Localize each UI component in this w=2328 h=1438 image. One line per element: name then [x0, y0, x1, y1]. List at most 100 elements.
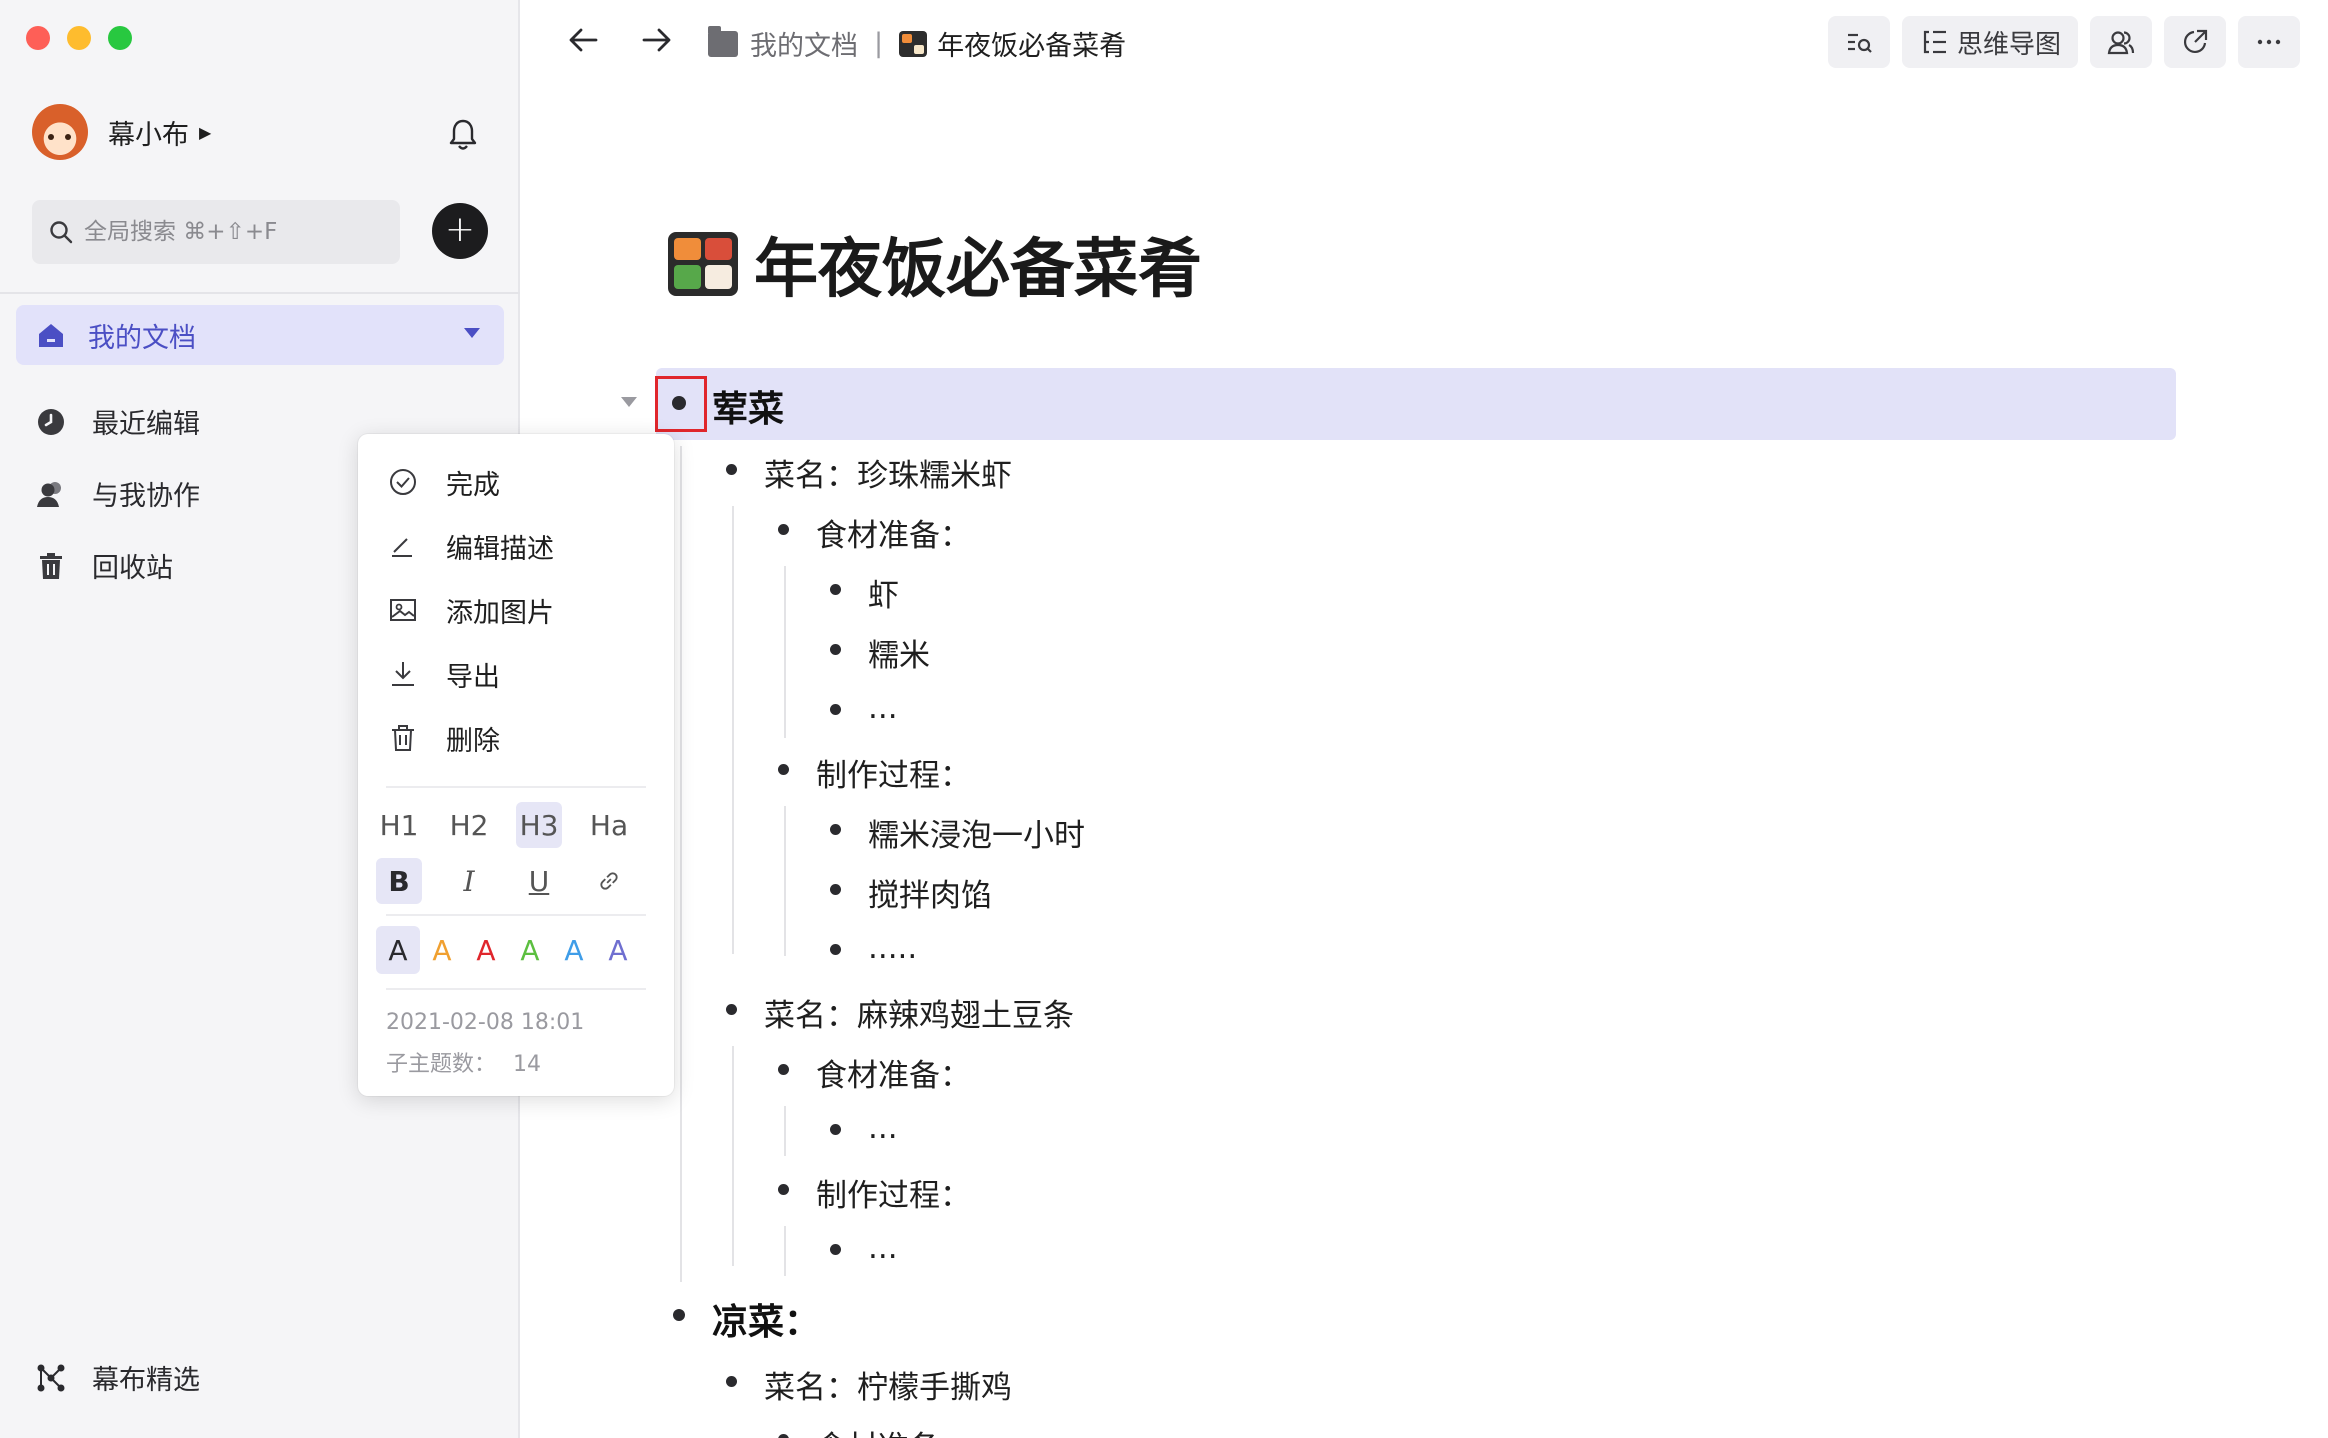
outline-item[interactable]: 荤菜: [712, 380, 784, 432]
bold-label: B: [388, 864, 410, 898]
outline-item[interactable]: ...: [868, 1110, 898, 1146]
bullet-icon[interactable]: [778, 524, 789, 535]
user-name: 幕小布: [108, 119, 189, 151]
add-document-button[interactable]: +: [432, 203, 488, 259]
share-button[interactable]: [2164, 16, 2226, 68]
forward-arrow-icon[interactable]: [638, 22, 674, 58]
bullet-icon[interactable]: [778, 1434, 789, 1438]
trash-icon: [392, 725, 414, 751]
menu-item-complete[interactable]: 完成: [388, 460, 500, 504]
bullet-icon[interactable]: [830, 1244, 841, 1255]
edit-pen-icon: [392, 538, 412, 557]
outline-item[interactable]: 制作过程：: [816, 1170, 971, 1215]
bullet-icon[interactable]: [726, 1004, 737, 1015]
bullet-icon[interactable]: [778, 764, 789, 775]
close-window-button[interactable]: [26, 26, 50, 50]
bullet-icon[interactable]: [830, 644, 841, 655]
menu-item-edit-description[interactable]: 编辑描述: [388, 524, 554, 568]
link-button[interactable]: [586, 858, 632, 904]
bullet-icon[interactable]: [778, 1064, 789, 1075]
outline-item[interactable]: 菜名：柠檬手撕鸡: [764, 1362, 1012, 1407]
breadcrumb-folder[interactable]: 我的文档: [750, 24, 858, 63]
mindmap-button[interactable]: 思维导图: [1902, 16, 2078, 68]
outline-search-button[interactable]: [1828, 16, 1890, 68]
link-icon: [600, 872, 618, 890]
global-search[interactable]: [32, 200, 400, 264]
text-color-swatch[interactable]: A: [552, 926, 596, 974]
text-color-swatch[interactable]: A: [376, 926, 420, 974]
underline-button[interactable]: U: [516, 858, 562, 904]
check-circle-icon: [390, 469, 416, 495]
bullet-icon[interactable]: [778, 1184, 789, 1195]
menu-item-label: 删除: [446, 725, 500, 757]
outline-item[interactable]: 食材准备：: [816, 1050, 971, 1095]
minimize-window-button[interactable]: [67, 26, 91, 50]
document-title[interactable]: 年夜饭必备菜肴: [668, 218, 1202, 310]
mindmap-icon: [1923, 30, 1946, 54]
heading-1-button[interactable]: H1: [376, 802, 422, 848]
collapse-toggle-icon[interactable]: [621, 397, 637, 407]
bullet-icon[interactable]: [830, 884, 841, 895]
sidebar-item-featured[interactable]: 幕布精选: [36, 1358, 200, 1397]
italic-button[interactable]: I: [446, 858, 492, 904]
outline-item[interactable]: 凉菜：: [712, 1293, 820, 1345]
outline-item[interactable]: .....: [868, 930, 917, 966]
bell-icon[interactable]: [448, 118, 478, 152]
outline-item[interactable]: 搅拌肉馅: [868, 870, 992, 915]
menu-item-export[interactable]: 导出: [388, 652, 500, 696]
sidebar-divider: [0, 292, 520, 294]
sidebar-item-label: 回收站: [92, 553, 173, 584]
clock-icon: [38, 408, 64, 435]
heading-auto-button[interactable]: Ha: [586, 802, 632, 848]
outline-item[interactable]: 食材准备：: [816, 510, 971, 555]
menu-divider: [386, 914, 646, 916]
heading-2-button[interactable]: H2: [446, 802, 492, 848]
text-color-swatch[interactable]: A: [596, 926, 640, 974]
bento-box-icon: [668, 232, 738, 296]
bullet-icon[interactable]: [726, 1376, 737, 1387]
bold-button[interactable]: B: [376, 858, 422, 904]
bullet-icon[interactable]: [830, 944, 841, 955]
menu-item-label: 添加图片: [446, 597, 554, 629]
outline-item[interactable]: ...: [868, 1230, 898, 1266]
outline-item[interactable]: 菜名：珍珠糯米虾: [764, 450, 1012, 495]
zoom-window-button[interactable]: [108, 26, 132, 50]
outline-item[interactable]: 食材准备：: [816, 1422, 971, 1438]
trash-icon: [40, 552, 62, 579]
outline-item[interactable]: 糯米: [868, 630, 930, 675]
collaborate-button[interactable]: [2090, 16, 2152, 68]
outline-item[interactable]: 制作过程：: [816, 750, 971, 795]
sidebar-item-recent[interactable]: 最近编辑: [36, 402, 200, 441]
breadcrumb-document: 年夜饭必备菜肴: [937, 31, 1127, 62]
bullet-icon[interactable]: [726, 464, 737, 475]
sidebar-item-my-docs[interactable]: 我的文档: [16, 305, 504, 365]
sidebar-item-trash[interactable]: 回收站: [36, 546, 173, 585]
menu-divider: [386, 786, 646, 788]
timestamp: 2021-02-08 18:01: [386, 1010, 585, 1035]
more-button[interactable]: [2238, 16, 2300, 68]
breadcrumb-separator: |: [874, 28, 884, 59]
sidebar-item-shared[interactable]: 与我协作: [36, 474, 200, 513]
more-icon: [2257, 39, 2281, 45]
back-arrow-icon[interactable]: [566, 22, 602, 58]
menu-item-add-image[interactable]: 添加图片: [388, 588, 554, 632]
menu-item-delete[interactable]: 删除: [388, 716, 500, 760]
bullet-icon[interactable]: [830, 704, 841, 715]
bullet-icon[interactable]: [830, 1124, 841, 1135]
bullet-icon[interactable]: [673, 1309, 685, 1321]
text-color-swatch[interactable]: A: [464, 926, 508, 974]
user-menu[interactable]: 幕小布 ▶: [32, 104, 211, 160]
heading-3-button[interactable]: H3: [516, 802, 562, 848]
outline-item[interactable]: 虾: [868, 570, 899, 615]
bullet-icon[interactable]: [830, 824, 841, 835]
outline-item[interactable]: 糯米浸泡一小时: [868, 810, 1085, 855]
chevron-down-icon[interactable]: [464, 328, 480, 338]
outline-item[interactable]: 菜名：麻辣鸡翅土豆条: [764, 990, 1074, 1035]
outline-item[interactable]: ...: [868, 690, 898, 726]
search-input[interactable]: [84, 219, 384, 245]
heading-label: Ha: [589, 808, 629, 842]
search-icon: [50, 221, 73, 244]
text-color-swatch[interactable]: A: [508, 926, 552, 974]
bullet-icon[interactable]: [830, 584, 841, 595]
text-color-swatch[interactable]: A: [420, 926, 464, 974]
